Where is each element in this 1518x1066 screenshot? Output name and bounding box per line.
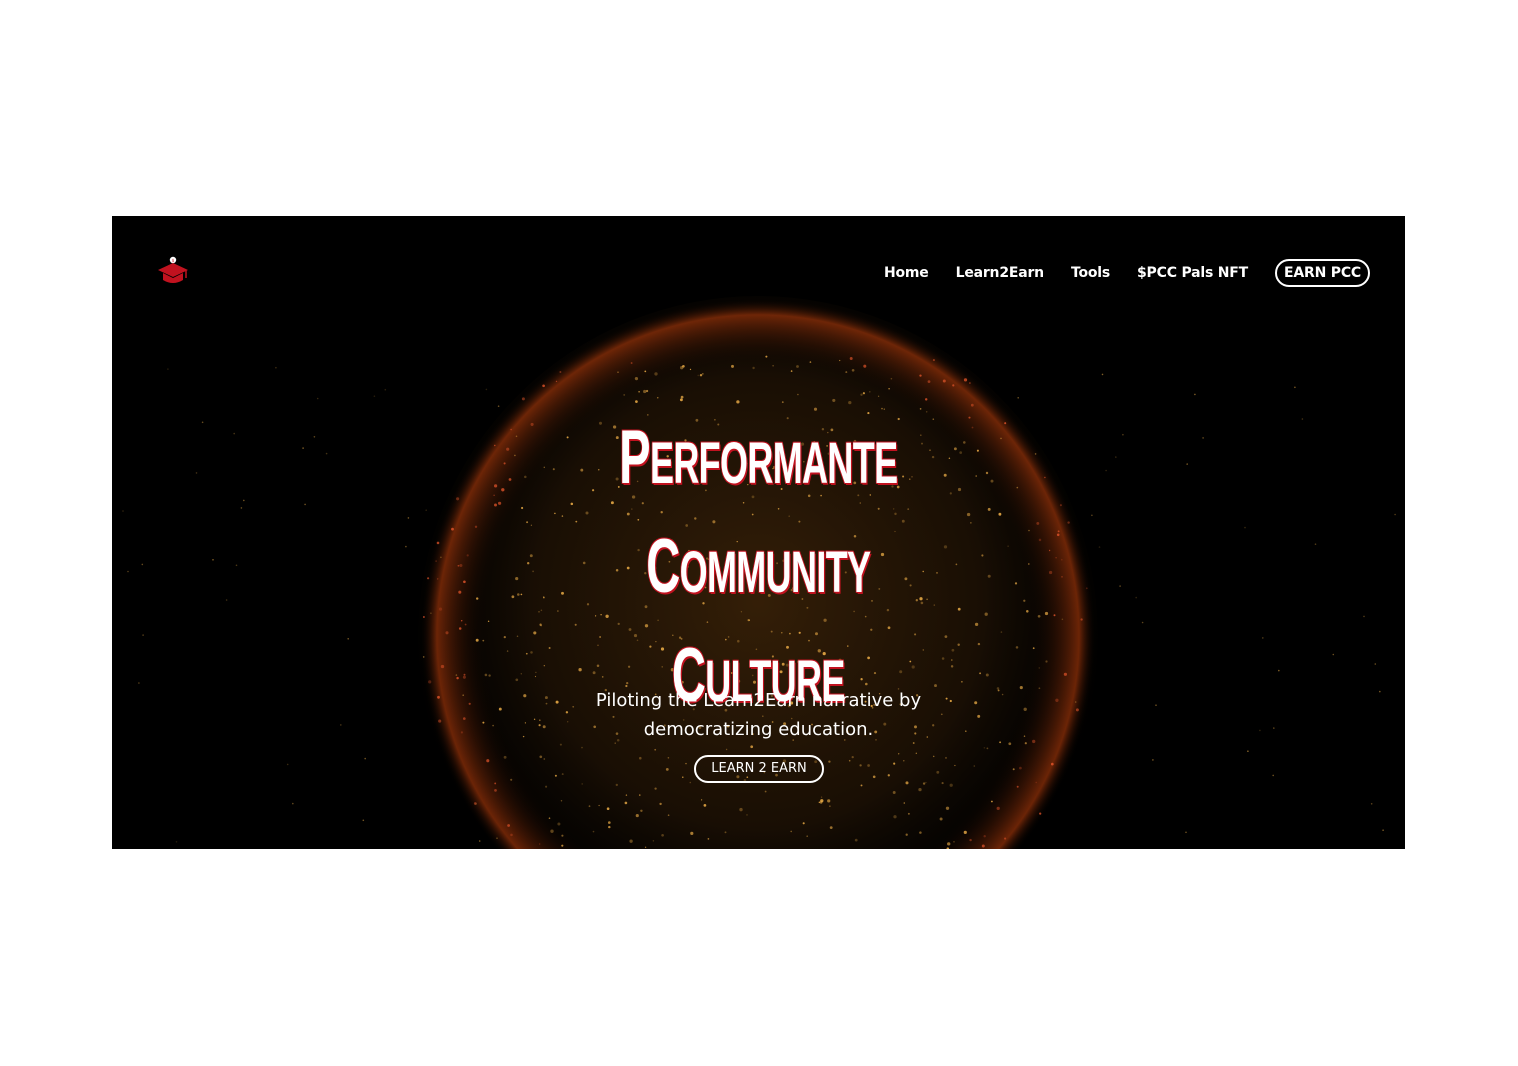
svg-text:$: $: [172, 258, 175, 263]
main-navigation: Home Learn2Earn Tools $PCC Pals NFT EARN…: [857, 258, 1370, 288]
earn-pcc-button[interactable]: EARN PCC: [1275, 259, 1370, 287]
hero-subtitle: Piloting the Learn2Earn narrative by dem…: [112, 686, 1405, 744]
page: $ Home Learn2Earn Tools $PCC Pals NFT EA…: [0, 0, 1518, 1066]
headline-line-1: PERFORMANTE: [619, 415, 898, 500]
hero-section: $ Home Learn2Earn Tools $PCC Pals NFT EA…: [112, 216, 1405, 849]
nav-link-learn2earn[interactable]: Learn2Earn: [956, 265, 1045, 281]
graduation-cap-icon[interactable]: $: [156, 254, 190, 288]
learn-2-earn-button[interactable]: LEARN 2 EARN: [694, 755, 824, 783]
subtitle-line-1: Piloting the Learn2Earn narrative by: [595, 690, 922, 711]
nav-link-home[interactable]: Home: [884, 265, 929, 281]
nav-link-pcc-pals-nft[interactable]: $PCC Pals NFT: [1137, 265, 1248, 281]
subtitle-line-2: democratizing education.: [643, 719, 874, 740]
headline-line-2: COMMUNITY: [646, 524, 871, 609]
nav-link-tools[interactable]: Tools: [1071, 265, 1110, 281]
